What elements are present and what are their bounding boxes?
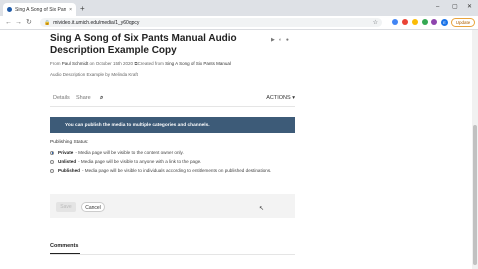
- comments-divider: [50, 254, 295, 255]
- by-label: by: [105, 72, 111, 77]
- extension-icon-1[interactable]: [392, 19, 398, 25]
- radio-private-desc: - Media page will be visible to the cont…: [75, 150, 184, 155]
- page-scrollbar[interactable]: [472, 30, 478, 269]
- tab-share[interactable]: Share: [76, 95, 91, 101]
- back-arrow-icon[interactable]: ←: [5, 18, 12, 27]
- bookmark-star-icon[interactable]: ☆: [373, 19, 378, 26]
- media-category-meta: Audio Description Example by Melinda Kra…: [50, 72, 138, 77]
- tab-details[interactable]: Details: [53, 95, 70, 101]
- extension-icon-4[interactable]: [422, 19, 428, 25]
- radio-private[interactable]: Private - Media page will be visible to …: [50, 150, 184, 155]
- close-window-button[interactable]: ✕: [467, 3, 472, 11]
- meta-date: on October 15th 2020: [88, 61, 134, 66]
- new-tab-button[interactable]: +: [80, 4, 85, 14]
- lock-icon: 🔒: [44, 19, 51, 26]
- browser-tab[interactable]: Sing A Song of Six Pants Manual ×: [3, 3, 76, 16]
- tab-comments[interactable]: Comments: [50, 243, 80, 254]
- radio-published-name: Published: [58, 168, 80, 173]
- profile-avatar[interactable]: E: [441, 19, 448, 26]
- radio-unlisted-dot[interactable]: [50, 159, 54, 164]
- minimize-window-button[interactable]: –: [436, 3, 439, 11]
- play-icon: ▶: [271, 37, 275, 43]
- likes-icon: ◐: [278, 37, 282, 43]
- info-banner: You can publish the media to multiple ca…: [50, 117, 295, 133]
- comments-count-icon: ●: [285, 37, 289, 43]
- radio-unlisted-name: Unlisted: [58, 159, 77, 164]
- extension-icon-2[interactable]: [402, 19, 408, 25]
- extensions-puzzle-icon[interactable]: [431, 19, 437, 25]
- radio-published-dot[interactable]: [50, 168, 54, 173]
- media-tabs: Details Share ⌕ ACTIONS ▾: [50, 92, 295, 107]
- radio-unlisted-desc: - Media page will be visible to anyone w…: [78, 159, 202, 164]
- reload-icon[interactable]: ↻: [26, 18, 32, 27]
- mouse-cursor-icon: ↖: [259, 206, 265, 212]
- save-button[interactable]: Save: [56, 202, 76, 212]
- media-title: Sing A Song of Six Pants Manual Audio De…: [50, 33, 237, 56]
- browser-tab-title: Sing A Song of Six Pants Manual: [15, 6, 67, 13]
- close-tab-icon[interactable]: ×: [69, 7, 72, 13]
- update-browser-button[interactable]: Update: [451, 18, 475, 27]
- created-from-label: Created from: [137, 61, 164, 66]
- radio-published-desc: - Media page will be visible to individu…: [81, 168, 272, 173]
- category-text: Audio Description Example: [50, 72, 105, 77]
- browser-tabstrip: Sing A Song of Six Pants Manual × + – ▢ …: [0, 0, 478, 16]
- scrollbar-thumb[interactable]: [473, 125, 477, 265]
- address-bar[interactable]: 🔒 mivideo.it.umich.edu/media/1_y60qpcy ☆: [40, 18, 382, 27]
- cancel-button[interactable]: Cancel: [81, 202, 105, 212]
- author-link[interactable]: Paul Schmidt: [62, 61, 89, 66]
- meta-from-label: From: [50, 61, 61, 66]
- radio-private-dot[interactable]: [50, 150, 54, 155]
- maximize-window-button[interactable]: ▢: [452, 3, 458, 11]
- publishing-status-label: Publishing Status:: [50, 140, 89, 145]
- url-text[interactable]: mivideo.it.umich.edu/media/1_y60qpcy: [53, 20, 139, 26]
- source-media-link[interactable]: Sing A Song of Six Pants Manual: [165, 61, 231, 66]
- category-author[interactable]: Melinda Kraft: [111, 72, 138, 77]
- extension-icon-3[interactable]: [412, 19, 418, 25]
- browser-toolbar: ← → ↻ 🔒 mivideo.it.umich.edu/media/1_y60…: [0, 16, 478, 30]
- media-meta: From Paul Schmidt on October 15th 2020 ⧉…: [50, 61, 231, 66]
- radio-unlisted[interactable]: Unlisted - Media page will be visible to…: [50, 159, 201, 164]
- site-favicon-icon: [7, 7, 12, 12]
- actions-dropdown[interactable]: ACTIONS ▾: [266, 95, 295, 101]
- search-icon[interactable]: ⌕: [100, 95, 103, 102]
- forward-arrow-icon[interactable]: →: [15, 18, 22, 27]
- media-stats: ▶ ◐ ●: [271, 37, 289, 43]
- radio-private-name: Private: [58, 150, 74, 155]
- radio-published[interactable]: Published - Media page will be visible t…: [50, 168, 271, 173]
